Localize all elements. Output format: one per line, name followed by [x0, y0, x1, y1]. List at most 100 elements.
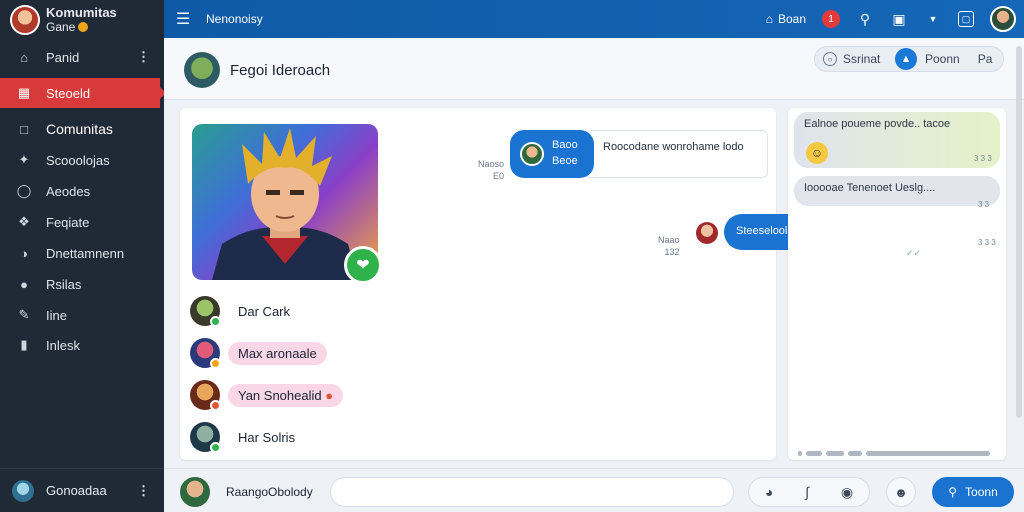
scrollbar-thumb[interactable] — [1016, 46, 1022, 418]
sidebar-item-inlesk[interactable]: ▮ Inlesk — [0, 330, 164, 360]
conversation-title: Fegoi Ideroach — [230, 62, 331, 79]
window-icon[interactable]: ▢ — [958, 11, 974, 27]
page-scrollbar[interactable] — [1014, 46, 1024, 418]
toggle-option-a[interactable]: ○ Ssrinat — [815, 52, 895, 66]
side-message-text: Ealnoe poueme povde.. tacoe — [804, 118, 951, 130]
sidebar-item-scooolojas[interactable]: ✦ Scooolojas — [0, 145, 164, 175]
controller-icon: ◑ — [20, 245, 28, 261]
member-name: Dar Cark — [238, 303, 291, 319]
member-item[interactable]: Dar Cark — [190, 296, 300, 327]
gamepad-icon: ✦ — [18, 152, 30, 167]
sidebar-item-label: Scooolojas — [46, 152, 110, 168]
message-composer: RaangoObolody ◕ ∫ ◉ ☻ ⚲ Toonn — [164, 468, 1024, 512]
emoji-icon[interactable]: ☻ — [886, 477, 916, 507]
side-message[interactable]: Ealnoe poueme povde.. tacoe ☺ — [794, 112, 1000, 168]
sidebar-footer-label: Gonoadaa — [46, 483, 107, 498]
heart-icon[interactable]: ❤ — [344, 246, 382, 284]
chat-icon: ◯ — [16, 183, 32, 198]
message-text: Roocodane wonrohame lodo — [603, 141, 744, 153]
composer-tools: ◕ ∫ ◉ — [748, 477, 870, 507]
community-icon: □ — [20, 121, 28, 137]
sidebar-item-label: Inlesk — [46, 337, 80, 353]
more-icon[interactable]: ⋮ — [137, 49, 150, 65]
sidebar-item-comunitas[interactable]: □ Comunitas — [0, 114, 164, 144]
member-item[interactable]: Yan Snohealid ● — [190, 380, 344, 411]
message-timestamp: Naoso E0 — [478, 159, 505, 181]
camera-icon[interactable]: ◉ — [841, 484, 853, 501]
sidebar-item-rsilas[interactable]: ● Rsilas — [0, 269, 164, 299]
member-avatar — [190, 296, 221, 327]
side-message-time: 3 3 3 — [978, 238, 996, 247]
conversation-header: Fegoi Ideroach ○ Ssrinat ▲ Poonn Pa — [164, 38, 1024, 100]
search-icon[interactable]: ⚲ — [856, 10, 874, 28]
user-avatar[interactable] — [990, 6, 1016, 32]
coin-icon — [78, 22, 89, 32]
topbar-title: Nenonoisy — [206, 12, 263, 26]
sidebar-item-label: Dnettamnenn — [46, 245, 125, 261]
online-status-icon — [210, 442, 221, 453]
side-message-text: Iooooae Tenenoet Ueslg.... — [804, 182, 936, 194]
away-status-icon — [210, 358, 221, 369]
side-message-time: 3 3 3 — [974, 154, 992, 163]
sidebar-footer[interactable]: Gonoadaa ⋮ — [0, 468, 164, 512]
sidebar-item-dnettamnenn[interactable]: ◑ Dnettamnenn — [0, 238, 164, 268]
sender-avatar[interactable] — [696, 222, 718, 244]
sidebar-item-label: Panid — [46, 49, 80, 65]
card-title: Baoo — [552, 139, 578, 151]
home-link[interactable]: ⌂ Boan — [766, 12, 806, 26]
footer-avatar — [12, 479, 34, 502]
member-item[interactable]: Har Solris — [190, 422, 305, 453]
store-icon: ▦ — [17, 85, 31, 100]
sidebar-item-steoeld[interactable]: ▦ Steoeld — [0, 78, 166, 108]
online-status-icon — [210, 316, 221, 327]
send-icon: ⚲ — [948, 485, 958, 499]
side-message[interactable]: Iooooae Tenenoet Ueslg.... — [794, 176, 1000, 206]
composer-avatar[interactable] — [180, 477, 210, 507]
sidebar-item-panid[interactable]: ⌂ Panid ⋮ — [0, 42, 164, 72]
sidebar-item-label: Aeodes — [46, 183, 91, 199]
voice-icon[interactable]: ∫ — [805, 484, 809, 500]
toggle-b-extra: Pa — [977, 52, 993, 66]
side-thread-panel: Ealnoe poueme povde.. tacoe ☺ 3 3 3 Iooo… — [788, 108, 1006, 460]
notification-badge[interactable]: 1 — [822, 10, 840, 28]
sidebar-item-iine[interactable]: ✎ Iine — [0, 300, 164, 330]
topbar: ☰ Nenonoisy ⌂ Boan 1 ⚲ ▣ ▼ ▢ — [164, 0, 1024, 38]
toggle-option-b[interactable]: ▲ Poonn Pa — [895, 48, 992, 70]
busy-status-icon — [210, 400, 221, 411]
sidebar-item-aeodes[interactable]: ◯ Aeodes — [0, 176, 164, 206]
conversation-avatar[interactable] — [184, 52, 220, 88]
users-icon: ● — [20, 276, 28, 292]
chat-panel: ❤ Dar Cark Max aronaale Yan Snohealid ● … — [180, 108, 928, 460]
send-label: Toonn — [965, 485, 998, 499]
horizontal-scrollbar[interactable] — [798, 450, 994, 456]
sidebar-item-feqiate[interactable]: ❖ Feqiate — [0, 207, 164, 237]
member-name: Max aronaale — [228, 341, 327, 365]
smile-emoji-icon: ☺ — [806, 142, 828, 164]
sidebar-item-label: Iine — [46, 307, 67, 323]
brand[interactable]: Komumitas Gane — [0, 0, 164, 40]
message-input[interactable] — [330, 477, 734, 507]
puzzle-icon: ❖ — [18, 214, 30, 229]
send-button[interactable]: ⚲ Toonn — [932, 477, 1014, 507]
toggle-a-label: Ssrinat — [843, 52, 881, 66]
member-item[interactable]: Max aronaale — [190, 338, 327, 369]
hamburger-menu-icon[interactable]: ☰ — [176, 9, 192, 29]
chevron-down-icon[interactable]: ▼ — [924, 10, 942, 28]
member-avatar — [190, 338, 221, 369]
attach-icon[interactable]: ◕ — [765, 484, 773, 500]
member-name: Yan Snohealid ● — [228, 383, 344, 407]
app-subtitle: Gane — [46, 20, 76, 34]
sidebar-item-label: Feqiate — [46, 214, 90, 230]
message-card[interactable]: Baoo Beoe — [510, 130, 594, 178]
member-name: Har Solris — [238, 429, 296, 445]
toggle-b-label: Poonn — [925, 52, 960, 66]
inbox-icon[interactable]: ▣ — [890, 10, 908, 28]
message-timestamp: Naao 132 — [658, 235, 680, 257]
message-bubble[interactable]: Roocodane wonrohame lodo — [584, 130, 768, 178]
folder-icon: ▮ — [20, 337, 28, 352]
more-icon[interactable]: ⋮ — [137, 483, 150, 499]
flame-icon: ▲ — [895, 48, 917, 70]
view-toggle: ○ Ssrinat ▲ Poonn Pa — [814, 46, 1004, 72]
user-avatar[interactable] — [10, 5, 40, 35]
member-avatar — [190, 380, 221, 411]
